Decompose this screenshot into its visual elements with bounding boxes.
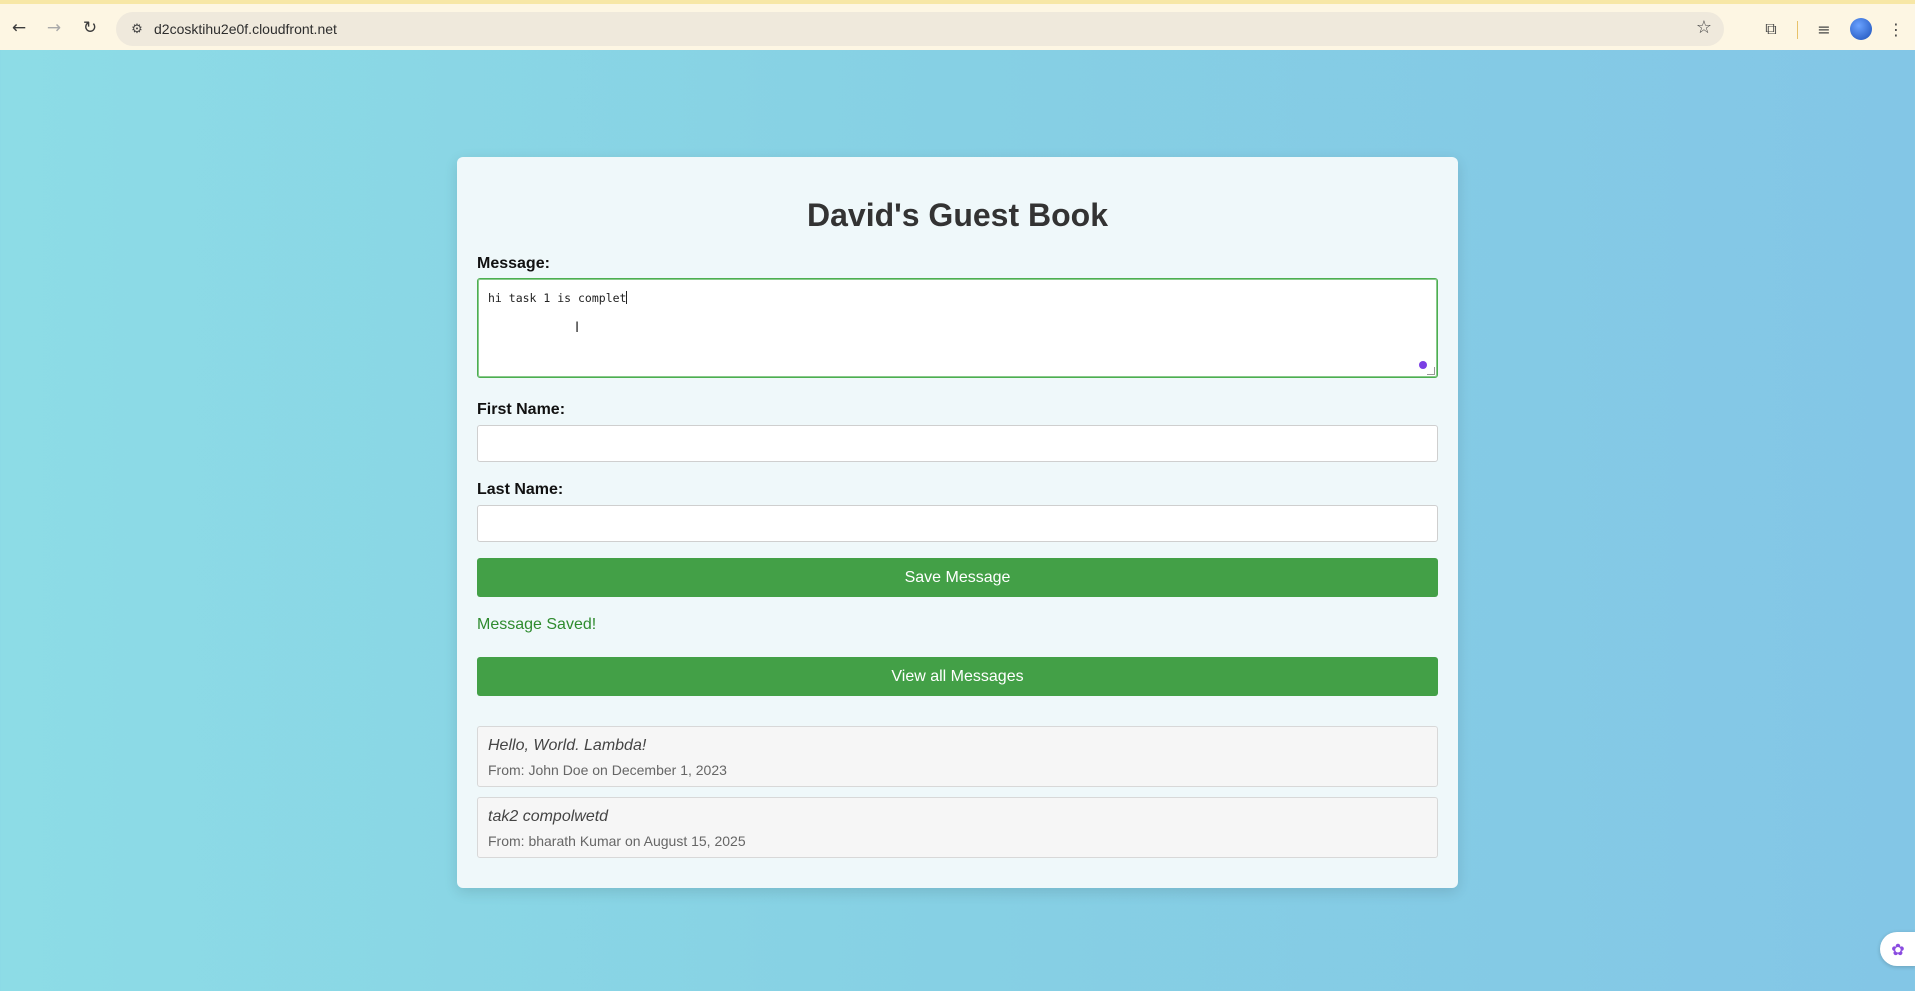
toolbar-divider	[1797, 21, 1798, 39]
first-name-input[interactable]	[477, 425, 1438, 462]
ibeam-cursor-icon: I	[575, 320, 580, 336]
guest-book-card: David's Guest Book Message: hi task 1 is…	[457, 157, 1458, 888]
first-name-label: First Name:	[477, 401, 566, 418]
grammar-checker-icon[interactable]	[1419, 361, 1427, 369]
message-value: hi task 1 is complet	[488, 291, 628, 305]
bookmark-star-icon[interactable]: ☆	[1696, 17, 1712, 38]
message-label: Message:	[477, 255, 550, 272]
message-entry-text: tak2 compolwetd	[488, 808, 609, 825]
message-textarea[interactable]: hi task 1 is complet I	[477, 278, 1438, 378]
forward-icon[interactable]: →	[42, 16, 66, 40]
profile-avatar[interactable]	[1850, 18, 1872, 40]
message-entry-text: Hello, World. Lambda!	[488, 737, 647, 754]
extensions-icon[interactable]: ⧉	[1759, 17, 1783, 41]
message-entry-meta: From: bharath Kumar on August 15, 2025	[488, 833, 746, 849]
address-bar[interactable]: ⚙ d2cosktihu2e0f.cloudfront.net ☆	[116, 12, 1724, 46]
message-entry: tak2 compolwetd From: bharath Kumar on A…	[477, 797, 1438, 858]
last-name-label: Last Name:	[477, 481, 564, 498]
message-entry: Hello, World. Lambda! From: John Doe on …	[477, 726, 1438, 787]
page-title: David's Guest Book	[806, 197, 1108, 233]
resize-handle[interactable]	[1427, 367, 1435, 375]
media-control-icon[interactable]: ≡	[1812, 17, 1836, 41]
back-icon[interactable]: ←	[7, 16, 31, 40]
last-name-input[interactable]	[477, 505, 1438, 542]
save-message-button[interactable]: Save Message	[477, 558, 1438, 597]
browser-toolbar: ← → ↻ ⚙ d2cosktihu2e0f.cloudfront.net ☆ …	[0, 0, 1915, 50]
extension-brain-icon[interactable]: ✿	[1880, 932, 1915, 966]
status-message: Message Saved!	[477, 616, 597, 633]
browser-menu-icon[interactable]: ⋮	[1884, 17, 1908, 41]
site-info-icon[interactable]: ⚙	[126, 18, 148, 40]
view-all-messages-button[interactable]: View all Messages	[477, 657, 1438, 696]
message-entry-meta: From: John Doe on December 1, 2023	[488, 762, 727, 778]
text-caret	[626, 291, 628, 304]
url-text: d2cosktihu2e0f.cloudfront.net	[154, 21, 337, 37]
reload-icon[interactable]: ↻	[78, 16, 102, 40]
